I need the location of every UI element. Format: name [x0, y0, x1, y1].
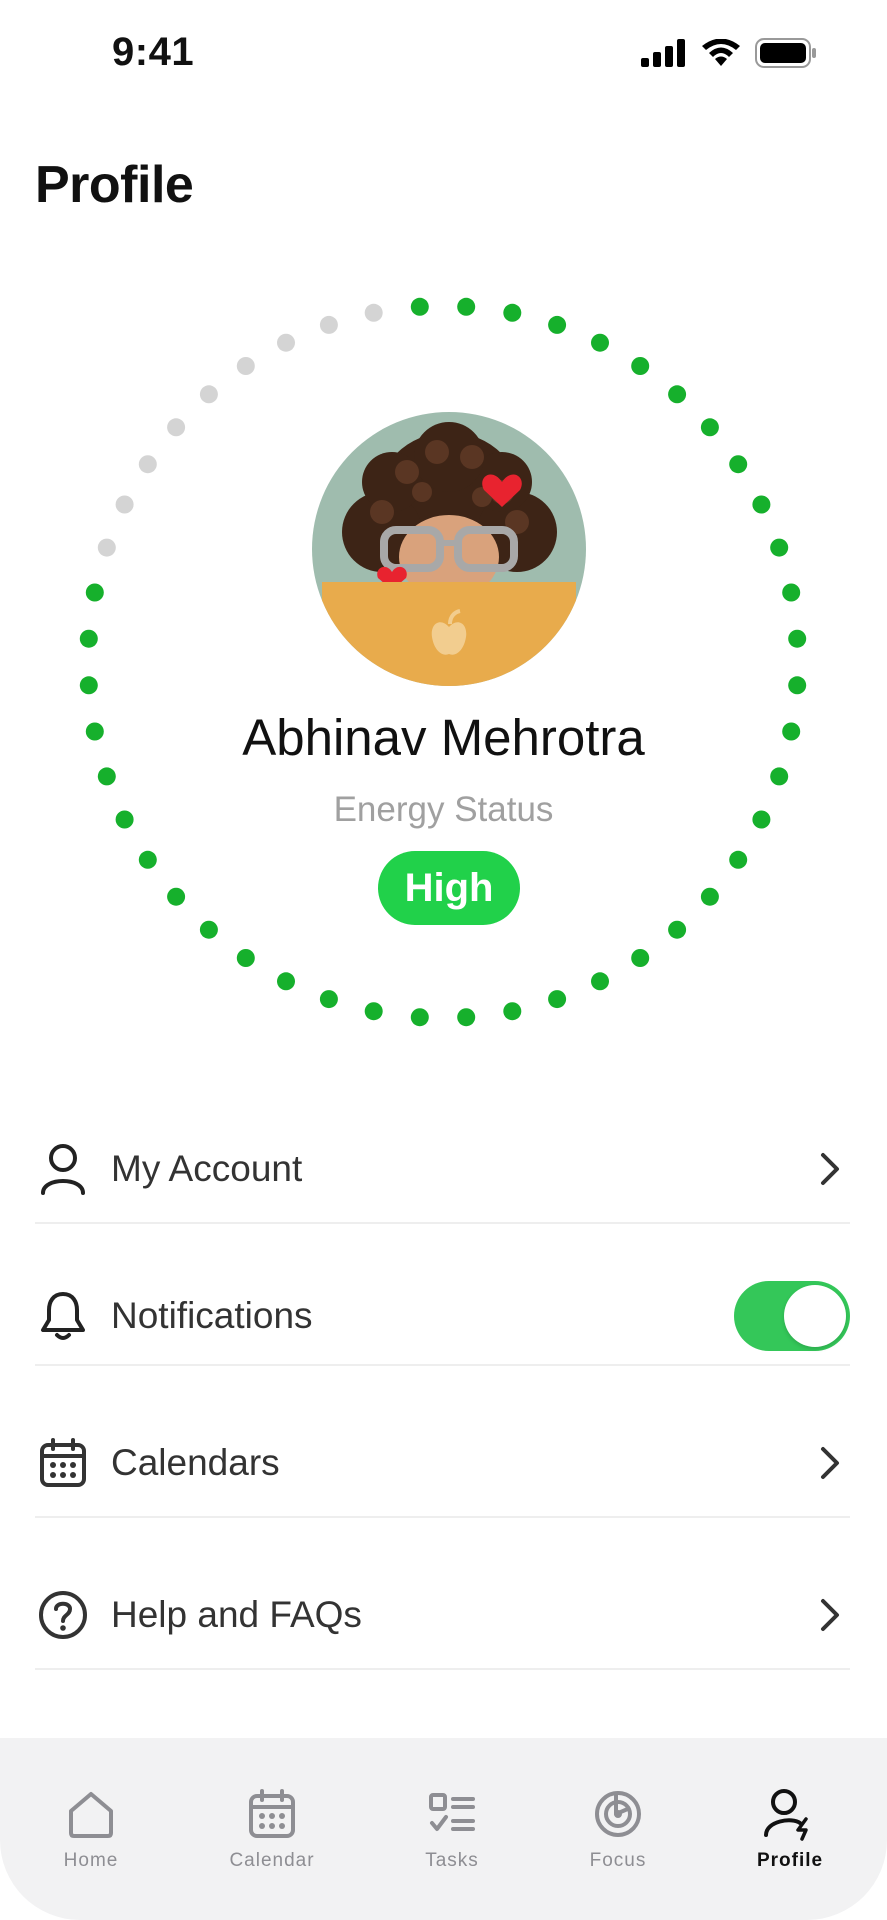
energy-dot-filled	[788, 676, 807, 695]
energy-dot-filled	[752, 495, 771, 514]
energy-dot-filled	[503, 1002, 522, 1021]
energy-dot-filled	[729, 455, 748, 474]
energy-dot-filled	[548, 990, 567, 1009]
tab-bar: Home Calendar Tasks Focus Profile	[0, 1738, 887, 1920]
person-icon	[35, 1141, 91, 1197]
energy-dot-filled	[503, 303, 522, 322]
settings-row-label: Notifications	[111, 1295, 313, 1336]
notifications-toggle[interactable]	[734, 1281, 850, 1351]
energy-dot-filled	[277, 972, 295, 991]
tab-focus[interactable]: Focus	[538, 1738, 698, 1888]
energy-dot-filled	[457, 1008, 476, 1027]
energy-dot-filled	[319, 990, 338, 1009]
row-divider	[35, 1364, 850, 1366]
energy-dot-filled	[79, 676, 98, 695]
tab-tasks[interactable]: Tasks	[372, 1738, 532, 1888]
energy-dot-filled	[770, 538, 789, 557]
energy-dot-filled	[199, 920, 218, 939]
calendar-icon	[242, 1784, 302, 1844]
energy-dot-filled	[167, 887, 186, 906]
chevron-right-icon	[810, 1149, 850, 1189]
settings-row-my-account[interactable]: My Account	[35, 1129, 850, 1209]
energy-dot-filled	[631, 357, 650, 375]
tab-label: Profile	[756, 1850, 824, 1871]
chevron-right-icon	[810, 1595, 850, 1635]
tab-label: Tasks	[425, 1850, 479, 1871]
energy-status-badge: High	[378, 851, 520, 925]
home-icon	[61, 1784, 121, 1844]
avatar[interactable]	[312, 412, 586, 686]
energy-dot-filled	[548, 315, 567, 334]
energy-status-label: Energy Status	[333, 790, 554, 829]
question-circle-icon	[35, 1587, 91, 1643]
energy-dot-filled	[85, 583, 104, 602]
energy-dot-filled	[668, 920, 687, 939]
energy-dot-filled	[236, 949, 255, 967]
settings-row-notifications[interactable]: Notifications	[35, 1276, 850, 1356]
energy-dot-empty	[364, 303, 383, 322]
tab-label: Calendar	[229, 1850, 315, 1871]
settings-row-help-and-faqs[interactable]: Help and FAQs	[35, 1575, 850, 1655]
energy-dot-empty	[319, 315, 338, 334]
settings-row-calendars[interactable]: Calendars	[35, 1423, 850, 1503]
toggle-knob	[784, 1285, 846, 1347]
energy-dot-empty	[236, 357, 255, 375]
energy-dot-filled	[591, 333, 609, 352]
energy-dot-filled	[782, 583, 801, 602]
energy-dot-filled	[788, 629, 807, 648]
calendar-icon	[35, 1435, 91, 1491]
tasks-icon	[422, 1784, 482, 1844]
row-divider	[35, 1668, 850, 1670]
energy-dot-filled	[770, 767, 789, 786]
profile-name: Abhinav Mehrotra	[242, 709, 645, 766]
energy-dot-filled	[700, 418, 719, 437]
tab-label: Focus	[589, 1850, 647, 1871]
tab-calendar[interactable]: Calendar	[192, 1738, 352, 1888]
focus-icon	[588, 1784, 648, 1844]
tab-label: Home	[63, 1850, 119, 1871]
energy-dot-filled	[457, 297, 476, 316]
tab-home[interactable]: Home	[11, 1738, 171, 1888]
chevron-right-icon	[810, 1443, 850, 1483]
profile-screen: 9:41 Profile Abhinav Mehrotra Energy Sta…	[0, 0, 887, 1920]
energy-dot-empty	[167, 418, 186, 437]
energy-dot-filled	[97, 767, 116, 786]
energy-dot-empty	[138, 455, 157, 474]
energy-dot-filled	[729, 850, 748, 869]
energy-dot-empty	[277, 333, 295, 352]
energy-dot-filled	[631, 949, 650, 967]
energy-dot-filled	[364, 1002, 383, 1021]
settings-row-label: Calendars	[111, 1442, 280, 1483]
bell-icon	[35, 1288, 91, 1344]
energy-dot-filled	[410, 297, 429, 316]
energy-dot-filled	[79, 629, 98, 648]
energy-dot-empty	[115, 495, 134, 514]
energy-dot-filled	[138, 850, 157, 869]
profile-bolt-icon	[760, 1784, 820, 1844]
energy-dot-empty	[97, 538, 116, 557]
energy-dot-filled	[700, 887, 719, 906]
memoji-avatar-icon	[312, 412, 586, 686]
tab-profile[interactable]: Profile	[710, 1738, 870, 1888]
settings-row-label: Help and FAQs	[111, 1594, 362, 1635]
energy-dot-filled	[410, 1008, 429, 1027]
row-divider	[35, 1516, 850, 1518]
energy-dot-filled	[668, 385, 687, 404]
energy-dot-empty	[199, 385, 218, 404]
row-divider	[35, 1222, 850, 1224]
energy-dot-filled	[591, 972, 609, 991]
settings-row-label: My Account	[111, 1148, 303, 1189]
